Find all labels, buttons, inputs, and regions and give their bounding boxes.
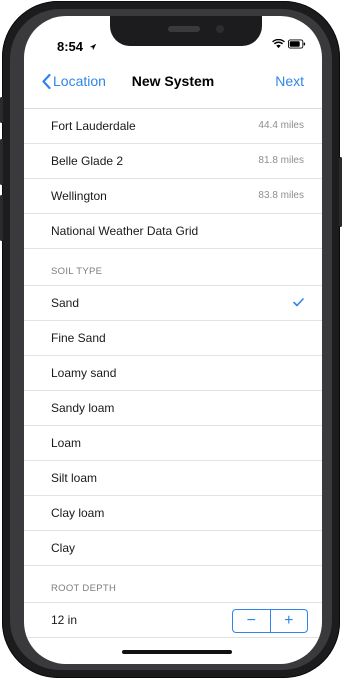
decrement-button[interactable]: − — [233, 610, 271, 632]
soil-option-row[interactable]: Sand — [24, 286, 322, 321]
weather-grid-label: National Weather Data Grid — [51, 224, 199, 238]
station-name: Belle Glade 2 — [51, 154, 124, 168]
checkmark-icon — [293, 295, 304, 310]
increment-button[interactable]: + — [271, 610, 308, 632]
soil-option-row[interactable]: Loamy sand — [24, 356, 322, 391]
soil-option-label: Fine Sand — [51, 331, 106, 345]
station-distance: 44.4 miles — [258, 120, 304, 131]
station-row[interactable]: Belle Glade 2 81.8 miles — [24, 144, 322, 179]
wifi-icon — [272, 39, 285, 49]
status-bar: 8:54 — [24, 16, 322, 56]
root-depth-stepper[interactable]: − + — [232, 609, 308, 633]
station-name: Wellington — [51, 189, 107, 203]
root-depth-row: 12 in − + — [24, 603, 322, 638]
station-row[interactable]: Wellington 83.8 miles — [24, 179, 322, 214]
volume-down-button — [0, 195, 3, 241]
soil-option-row[interactable]: Fine Sand — [24, 321, 322, 356]
next-button[interactable]: Next — [275, 73, 304, 89]
soil-option-row[interactable]: Clay loam — [24, 496, 322, 531]
station-distance: 83.8 miles — [258, 190, 304, 201]
settings-list: Fort Lauderdale 44.4 miles Belle Glade 2… — [24, 109, 322, 638]
root-depth-header: ROOT DEPTH — [24, 566, 322, 603]
location-arrow-icon — [89, 43, 96, 51]
soil-option-label: Clay — [51, 541, 76, 555]
root-depth-value: 12 in — [51, 613, 78, 627]
volume-up-button — [0, 139, 3, 185]
soil-type-header: SOIL TYPE — [24, 249, 322, 286]
soil-option-label: Loamy sand — [51, 366, 117, 380]
soil-option-row[interactable]: Loam — [24, 426, 322, 461]
soil-option-label: Sand — [51, 296, 80, 310]
soil-option-row[interactable]: Sandy loam — [24, 391, 322, 426]
station-row[interactable]: Fort Lauderdale 44.4 miles — [24, 109, 322, 144]
soil-option-row[interactable]: Clay — [24, 531, 322, 566]
soil-option-label: Clay loam — [51, 506, 105, 520]
screen: 8:54 Location New System Next Fort Laude… — [24, 16, 322, 664]
root-depth-header-text: ROOT DEPTH — [51, 583, 117, 594]
station-name: Fort Lauderdale — [51, 119, 136, 133]
soil-option-row[interactable]: Silt loam — [24, 461, 322, 496]
navigation-bar: Location New System Next — [24, 68, 322, 109]
station-distance: 81.8 miles — [258, 155, 304, 166]
soil-option-label: Loam — [51, 436, 82, 450]
status-time: 8:54 — [57, 39, 97, 54]
soil-type-header-text: SOIL TYPE — [51, 266, 103, 277]
soil-option-label: Silt loam — [51, 471, 98, 485]
status-right — [272, 39, 306, 49]
phone-frame: 8:54 Location New System Next Fort Laude… — [0, 1, 342, 678]
battery-icon — [288, 39, 306, 49]
mute-switch — [0, 97, 3, 123]
status-time-text: 8:54 — [57, 39, 84, 54]
soil-option-label: Sandy loam — [51, 401, 115, 415]
home-indicator[interactable] — [122, 650, 232, 654]
weather-grid-row[interactable]: National Weather Data Grid — [24, 214, 322, 249]
